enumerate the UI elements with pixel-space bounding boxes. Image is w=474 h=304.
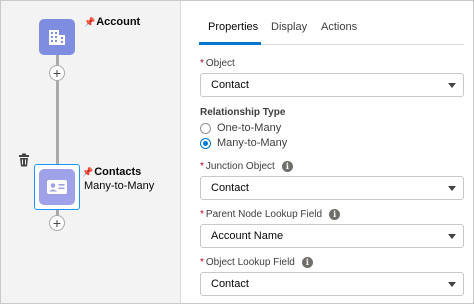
account-node-icon[interactable] <box>39 19 75 55</box>
object-lookup-label: * Object Lookup Field i <box>200 257 313 268</box>
pin-icon: 📌 <box>84 17 96 27</box>
parent-lookup-select[interactable]: Account Name <box>200 224 464 248</box>
info-icon[interactable]: i <box>301 257 313 268</box>
building-icon <box>49 30 65 45</box>
active-tab-indicator <box>199 42 261 45</box>
contacts-node-label: 📌Contacts <box>82 166 141 179</box>
parent-lookup-label: * Parent Node Lookup Field i <box>200 209 341 220</box>
tab-actions[interactable]: Actions <box>321 21 357 33</box>
relationship-type-label: Relationship Type <box>200 107 286 118</box>
junction-object-select[interactable]: Contact <box>200 176 464 200</box>
radio-many-to-many[interactable]: Many-to-Many <box>200 137 287 149</box>
plus-icon: + <box>52 65 62 81</box>
radio-button[interactable] <box>200 122 211 134</box>
contacts-node-icon[interactable] <box>39 169 75 205</box>
properties-panel: Properties Display Actions * Object Conta… <box>182 1 473 303</box>
object-select[interactable]: Contact <box>200 73 464 97</box>
trash-icon[interactable] <box>17 153 31 167</box>
node-relationship-subtitle: Many-to-Many <box>84 180 155 192</box>
chevron-down-icon <box>448 234 456 239</box>
account-node-label: 📌Account <box>84 16 140 29</box>
pin-icon: 📌 <box>82 167 94 177</box>
tab-display[interactable]: Display <box>271 21 307 33</box>
connector-line <box>56 37 59 167</box>
add-child-button[interactable]: + <box>49 215 65 231</box>
tab-properties[interactable]: Properties <box>208 21 258 33</box>
info-icon[interactable]: i <box>329 209 341 220</box>
chevron-down-icon <box>448 282 456 287</box>
chevron-down-icon <box>448 83 456 88</box>
node-name: Account <box>96 16 141 28</box>
radio-one-to-many[interactable]: One-to-Many <box>200 122 281 134</box>
info-icon[interactable]: i <box>281 161 293 172</box>
chevron-down-icon <box>448 186 456 191</box>
relationship-canvas: 📌Account + 📌Contacts Many-to-Many + <box>1 1 181 303</box>
radio-button-checked[interactable] <box>200 137 211 149</box>
object-lookup-select[interactable]: Contact <box>200 272 464 296</box>
add-child-button[interactable]: + <box>49 65 65 81</box>
object-label: * Object <box>200 58 235 69</box>
contact-card-icon <box>47 180 67 194</box>
node-name: Contacts <box>94 166 142 178</box>
junction-object-label: * Junction Object i <box>200 161 293 172</box>
plus-icon: + <box>52 215 62 231</box>
